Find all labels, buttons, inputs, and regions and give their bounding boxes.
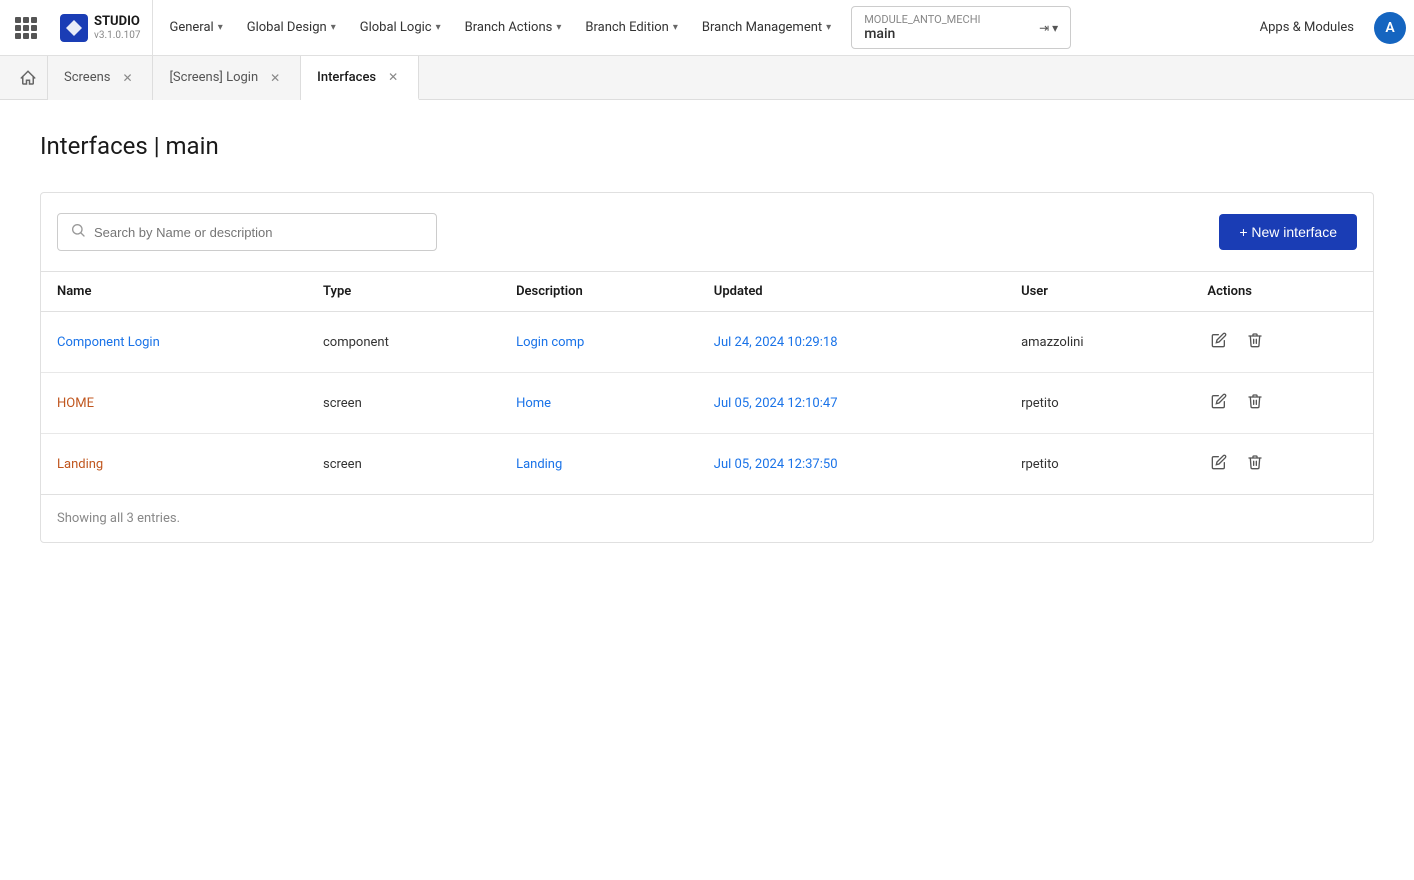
home-icon — [19, 69, 37, 87]
col-name: Name — [41, 272, 307, 312]
nav-general[interactable]: General ▾ — [157, 0, 234, 55]
tabs-bar: Screens ✕ [Screens] Login ✕ Interfaces ✕ — [0, 56, 1414, 100]
edit-icon[interactable] — [1207, 389, 1231, 417]
table-row: Landing screen Landing Jul 05, 2024 12:3… — [41, 434, 1373, 495]
cell-user: rpetito — [1005, 373, 1191, 434]
col-user: User — [1005, 272, 1191, 312]
table-row: HOME screen Home Jul 05, 2024 12:10:47 r… — [41, 373, 1373, 434]
cell-name: Landing — [41, 434, 307, 495]
page-title: Interfaces | main — [40, 132, 1374, 160]
cell-type: component — [307, 312, 500, 373]
nav-branch-edition[interactable]: Branch Edition ▾ — [573, 0, 690, 55]
search-box[interactable] — [57, 213, 437, 251]
cell-user: rpetito — [1005, 434, 1191, 495]
cell-actions — [1191, 312, 1373, 373]
nav-global-logic[interactable]: Global Logic ▾ — [348, 0, 453, 55]
module-selector[interactable]: MODULE_ANTO_MECHI main ⇥ ▾ — [851, 6, 1071, 49]
cell-type: screen — [307, 373, 500, 434]
col-updated: Updated — [698, 272, 1005, 312]
chevron-down-icon: ▾ — [556, 22, 561, 33]
top-navigation: STUDIO v3.1.0.107 General ▾ Global Desig… — [0, 0, 1414, 56]
home-tab[interactable] — [8, 56, 48, 100]
table-footer: Showing all 3 entries. — [41, 494, 1373, 542]
studio-logo[interactable]: STUDIO v3.1.0.107 — [48, 0, 153, 55]
cell-updated: Jul 05, 2024 12:37:50 — [698, 434, 1005, 495]
tab-close-screens[interactable]: ✕ — [118, 69, 136, 87]
main-content: Interfaces | main + New interface — [0, 100, 1414, 575]
nav-branch-management[interactable]: Branch Management ▾ — [690, 0, 843, 55]
tab-interfaces[interactable]: Interfaces ✕ — [301, 56, 419, 100]
tab-screens-login[interactable]: [Screens] Login ✕ — [153, 56, 301, 100]
search-input[interactable] — [94, 225, 424, 240]
interface-description-link[interactable]: Landing — [516, 457, 562, 472]
actions-cell — [1207, 328, 1357, 356]
cell-description: Login comp — [500, 312, 698, 373]
delete-icon[interactable] — [1243, 450, 1267, 478]
actions-cell — [1207, 389, 1357, 417]
nav-apps-modules[interactable]: Apps & Modules — [1248, 20, 1366, 35]
chevron-down-icon: ▾ — [673, 22, 678, 33]
cell-type: screen — [307, 434, 500, 495]
cell-name: HOME — [41, 373, 307, 434]
interface-name-link[interactable]: Component Login — [57, 335, 160, 350]
new-interface-button[interactable]: + New interface — [1219, 214, 1357, 250]
delete-icon[interactable] — [1243, 389, 1267, 417]
chevron-down-icon: ▾ — [826, 22, 831, 33]
interface-description-link[interactable]: Home — [516, 396, 551, 411]
interface-description-link[interactable]: Login comp — [516, 335, 584, 350]
user-avatar[interactable]: A — [1374, 12, 1406, 44]
table-toolbar: + New interface — [41, 193, 1373, 271]
interfaces-table: Name Type Description Updated User Actio… — [41, 271, 1373, 494]
nav-branch-actions[interactable]: Branch Actions ▾ — [453, 0, 574, 55]
col-type: Type — [307, 272, 500, 312]
grid-menu-icon[interactable] — [8, 10, 44, 46]
interface-name-link[interactable]: HOME — [57, 396, 94, 411]
edit-icon[interactable] — [1207, 450, 1231, 478]
studio-brand: STUDIO v3.1.0.107 — [94, 14, 140, 41]
col-actions: Actions — [1191, 272, 1373, 312]
tab-close-interfaces[interactable]: ✕ — [384, 68, 402, 86]
delete-icon[interactable] — [1243, 328, 1267, 356]
cell-actions — [1191, 373, 1373, 434]
nav-global-design[interactable]: Global Design ▾ — [235, 0, 348, 55]
interface-name-link[interactable]: Landing — [57, 457, 103, 472]
chevron-down-icon: ▾ — [436, 22, 441, 33]
tab-close-screens-login[interactable]: ✕ — [266, 69, 284, 87]
table-header-row: Name Type Description Updated User Actio… — [41, 272, 1373, 312]
studio-logo-icon — [60, 14, 88, 42]
cell-user: amazzolini — [1005, 312, 1191, 373]
cell-updated: Jul 05, 2024 12:10:47 — [698, 373, 1005, 434]
actions-cell — [1207, 450, 1357, 478]
cell-actions — [1191, 434, 1373, 495]
chevron-down-icon: ▾ — [218, 22, 223, 33]
module-info: MODULE_ANTO_MECHI main — [864, 13, 1031, 42]
chevron-down-icon: ▾ — [331, 22, 336, 33]
col-description: Description — [500, 272, 698, 312]
cell-updated: Jul 24, 2024 10:29:18 — [698, 312, 1005, 373]
interfaces-table-container: + New interface Name Type Description Up… — [40, 192, 1374, 543]
cell-name: Component Login — [41, 312, 307, 373]
module-expand-icon: ⇥ ▾ — [1039, 21, 1058, 35]
cell-description: Landing — [500, 434, 698, 495]
grid-dots — [15, 17, 37, 39]
cell-description: Home — [500, 373, 698, 434]
tab-screens[interactable]: Screens ✕ — [48, 56, 153, 100]
table-row: Component Login component Login comp Jul… — [41, 312, 1373, 373]
edit-icon[interactable] — [1207, 328, 1231, 356]
search-icon — [70, 222, 86, 242]
